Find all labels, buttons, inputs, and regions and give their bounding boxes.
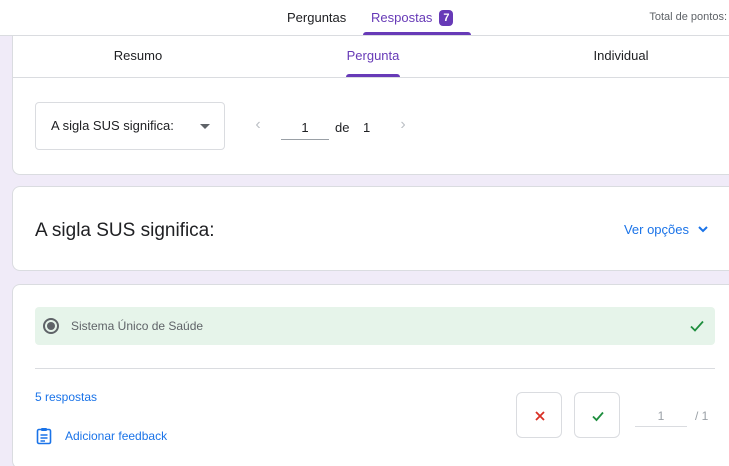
chevron-right-icon[interactable]: ›: [396, 116, 410, 134]
mark-incorrect-button[interactable]: [516, 392, 562, 438]
divider: [35, 368, 715, 369]
chevron-left-icon[interactable]: ‹: [251, 116, 265, 134]
check-icon: [592, 411, 604, 422]
subtab-individual[interactable]: Individual: [521, 36, 721, 78]
answer-card: Sistema Único de Saúde 5 respostas Adici…: [12, 284, 729, 466]
tab-responses[interactable]: Respostas 7: [371, 0, 454, 35]
subtab-active-indicator: [346, 74, 400, 77]
check-icon: [690, 320, 704, 332]
score-input[interactable]: 1: [635, 405, 687, 427]
page-total-label: 1: [363, 120, 371, 135]
responses-count-badge: 7: [439, 10, 454, 26]
total-points-label: Total de pontos:: [649, 11, 727, 23]
see-options-label: Ver opções: [623, 222, 689, 237]
tab-questions[interactable]: Perguntas: [287, 0, 346, 35]
add-feedback-label: Adicionar feedback: [65, 429, 168, 443]
answer-option-label: Sistema Único de Saúde: [71, 319, 204, 333]
page-of-label: de: [335, 120, 350, 135]
question-title: A sigla SUS significa:: [35, 220, 215, 241]
subtab-summary[interactable]: Resumo: [38, 36, 238, 78]
radio-selected-icon: [43, 318, 59, 334]
subtab-question[interactable]: Pergunta: [273, 36, 473, 78]
question-card: A sigla SUS significa: Ver opções: [12, 186, 729, 271]
feedback-clipboard-icon: [36, 428, 52, 445]
mark-correct-button[interactable]: [574, 392, 620, 438]
top-bar: Perguntas Respostas 7 Total de pontos:: [0, 0, 729, 36]
close-icon: [535, 411, 545, 421]
correct-answer-option: Sistema Único de Saúde: [35, 307, 715, 345]
responses-count-link[interactable]: 5 respostas: [35, 389, 97, 405]
see-options-button[interactable]: Ver opções: [624, 220, 709, 240]
score-total-label: / 1: [695, 409, 709, 423]
tab-responses-label: Respostas: [371, 10, 433, 25]
question-select-dropdown[interactable]: A sigla SUS significa:: [35, 102, 225, 150]
caret-down-icon: [200, 124, 210, 129]
question-select-value: A sigla SUS significa:: [51, 118, 174, 133]
navigation-card: Resumo Pergunta Individual A sigla SUS s…: [12, 36, 729, 175]
active-tab-indicator: [363, 32, 471, 35]
chevron-down-icon: [698, 226, 708, 233]
sub-tabs: Resumo Pergunta Individual: [13, 36, 729, 78]
page-number-input[interactable]: 1: [281, 116, 329, 140]
